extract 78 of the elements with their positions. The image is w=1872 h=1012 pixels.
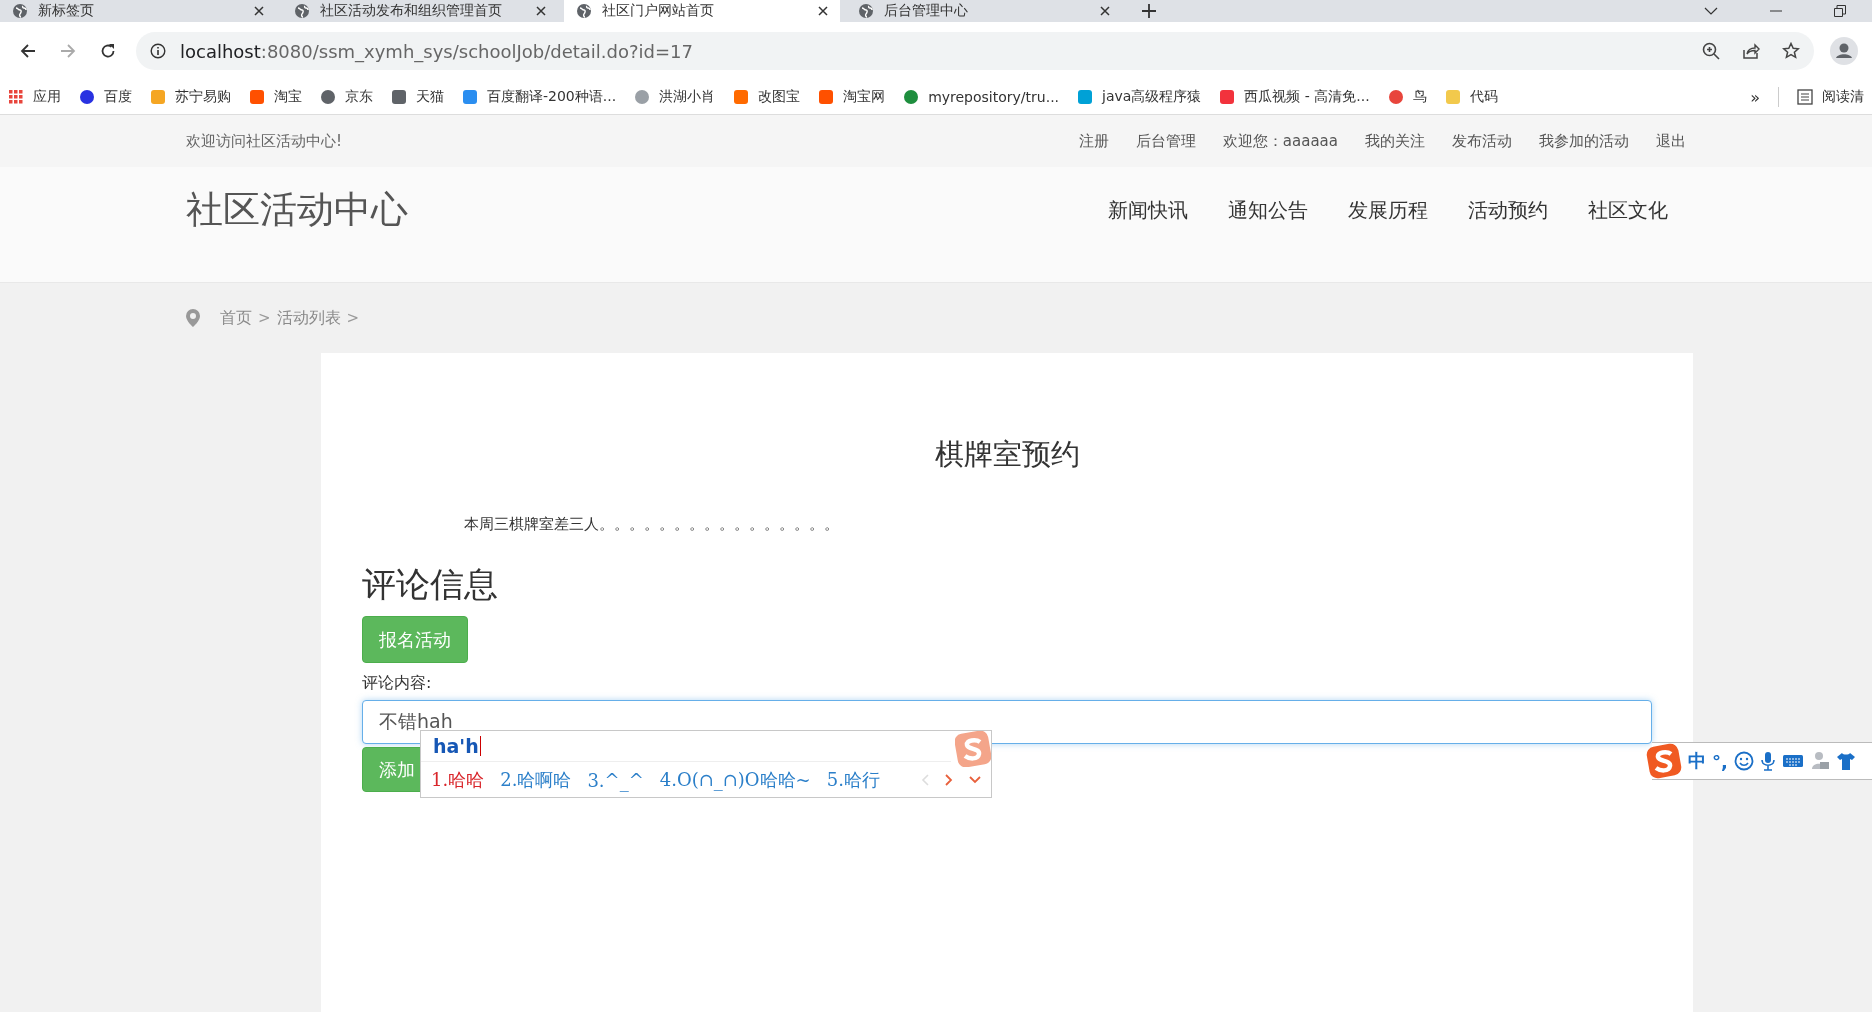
keyboard-icon[interactable]	[1781, 753, 1804, 769]
bookmark[interactable]: 百度翻译-200种语...	[462, 88, 617, 106]
bookmark[interactable]: 淘宝	[249, 88, 302, 106]
top-link[interactable]: 发布活动	[1452, 131, 1512, 151]
globe-icon	[576, 3, 592, 19]
bookmark[interactable]: 改图宝	[733, 88, 801, 106]
zoom-icon[interactable]	[1702, 42, 1720, 60]
nav-link[interactable]: 新闻快讯	[1108, 196, 1188, 224]
ime-candidate[interactable]: 4.O(∩_∩)O哈哈~	[659, 768, 811, 792]
bookmark[interactable]: 京东	[320, 88, 373, 106]
bookmark[interactable]: 鸟	[1387, 88, 1427, 106]
bookmark[interactable]: myrepository/tru...	[903, 89, 1060, 105]
ime-candidate[interactable]: 5.哈行	[826, 768, 880, 792]
bookmark[interactable]: 西瓜视频 - 高清免...	[1219, 88, 1370, 106]
share-icon[interactable]	[1742, 42, 1760, 60]
star-icon[interactable]	[1782, 42, 1800, 60]
restore-icon[interactable]	[1834, 5, 1846, 17]
expand-icon[interactable]	[969, 776, 981, 784]
bookmark[interactable]: 天猫	[391, 88, 444, 106]
back-icon[interactable]	[20, 43, 36, 59]
bookmark[interactable]: 应用	[8, 88, 61, 106]
browser-tab[interactable]: 新标签页	[0, 0, 276, 22]
comments-heading: 评论信息	[362, 563, 499, 606]
top-link[interactable]: 我的关注	[1365, 131, 1425, 151]
site-logo[interactable]: 社区活动中心	[186, 185, 408, 235]
close-icon[interactable]	[254, 6, 264, 16]
close-icon[interactable]	[818, 6, 828, 16]
bookmark[interactable]: 苏宁易购	[150, 88, 231, 106]
close-icon[interactable]	[536, 6, 546, 16]
browser-tab[interactable]: 社区门户网站首页	[564, 0, 840, 22]
address-bar[interactable]: localhost:8080/ssm_xymh_sys/schoolJob/detail.do?id=17	[136, 32, 1814, 70]
bookmark[interactable]: 洪湖小肖	[634, 88, 716, 106]
bookmark[interactable]: 代码	[1444, 88, 1498, 106]
ime-candidate[interactable]: 1.哈哈	[431, 768, 485, 792]
ime-logo-icon[interactable]	[1646, 743, 1682, 779]
globe-icon	[858, 3, 874, 19]
comment-label: 评论内容:	[362, 673, 433, 694]
nav-link[interactable]: 发展历程	[1348, 196, 1428, 224]
ime-toolbar-button[interactable]: °,	[1712, 750, 1728, 772]
article-title: 棋牌室预约	[933, 436, 1081, 473]
reading-list-button[interactable]: 阅读清	[1797, 88, 1864, 106]
ime-candidate[interactable]: 3.^_^	[587, 769, 644, 791]
breadcrumb-separator: >	[258, 309, 271, 327]
globe-icon	[294, 3, 310, 19]
more-bookmarks-button[interactable]: »	[1750, 87, 1760, 107]
breadcrumb-separator: >	[346, 309, 360, 327]
user-icon[interactable]	[1809, 751, 1830, 771]
close-icon[interactable]	[1100, 6, 1110, 16]
shirt-icon[interactable]	[1835, 751, 1856, 771]
nav-link[interactable]: 通知公告	[1228, 196, 1308, 224]
top-link[interactable]: 欢迎您：aaaaaa	[1222, 131, 1338, 151]
top-link[interactable]: 退出	[1656, 131, 1686, 151]
bookmark[interactable]: java高级程序猿	[1077, 88, 1202, 106]
globe-icon	[12, 3, 28, 19]
microphone-icon[interactable]	[1759, 751, 1776, 771]
info-icon	[150, 43, 166, 59]
location-pin-icon	[186, 309, 200, 327]
ime-candidate[interactable]: 2.哈啊哈	[500, 768, 572, 792]
welcome-text: 欢迎访问社区活动中心!	[186, 131, 342, 151]
new-tab-icon[interactable]	[1142, 4, 1156, 18]
top-link[interactable]: 我参加的活动	[1539, 131, 1629, 151]
bookmark[interactable]: 淘宝网	[818, 88, 886, 106]
profile-icon[interactable]	[1830, 37, 1858, 65]
nav-link[interactable]: 社区文化	[1588, 196, 1668, 224]
chevron-down-icon[interactable]	[1704, 7, 1718, 15]
nav-link[interactable]: 活动预约	[1468, 196, 1548, 224]
browser-tab[interactable]: 社区活动发布和组织管理首页	[282, 0, 558, 22]
top-link[interactable]: 注册	[1078, 131, 1109, 151]
top-link[interactable]: 后台管理	[1135, 131, 1196, 151]
bookmark[interactable]: 百度	[79, 88, 132, 106]
next-page-icon[interactable]	[945, 774, 953, 786]
article-body: 本周三棋牌室差三人。。。。。。。。。。。。。。。。	[464, 515, 840, 534]
ime-toolbar-button[interactable]: 中	[1688, 749, 1706, 773]
url-text: localhost:8080/ssm_xymh_sys/schoolJob/detail.do?id=17	[180, 40, 693, 62]
browser-tab[interactable]: 后台管理中心	[846, 0, 1122, 22]
reload-icon[interactable]	[100, 43, 116, 59]
list-icon	[1797, 89, 1813, 105]
smiley-icon[interactable]	[1733, 751, 1754, 771]
